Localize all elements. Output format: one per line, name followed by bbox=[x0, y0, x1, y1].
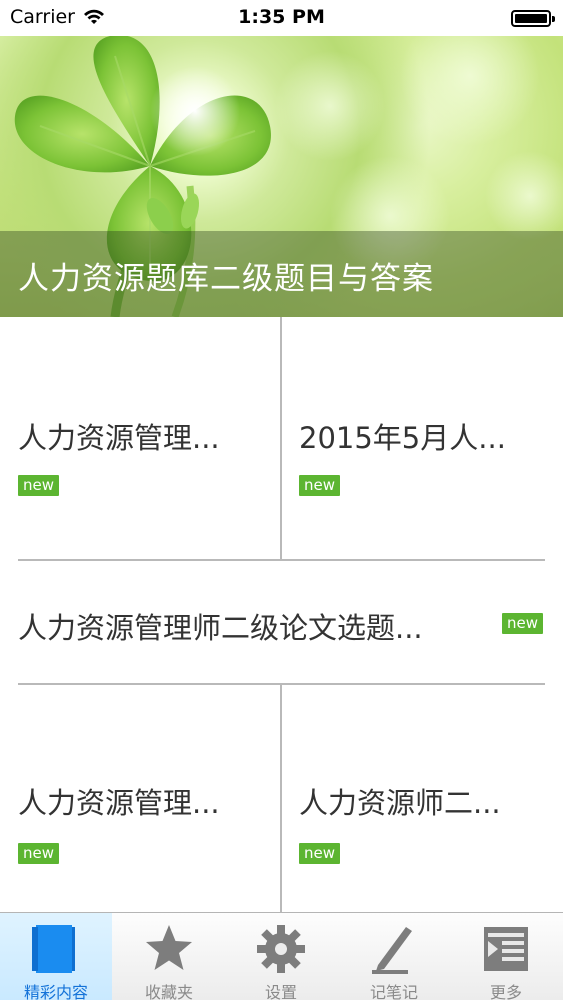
tab-settings[interactable]: 设置 bbox=[225, 913, 337, 1000]
article-title: 人力资源管理... bbox=[18, 421, 220, 455]
new-badge: new bbox=[18, 475, 60, 496]
status-bar: Carrier 1:35 PM bbox=[0, 0, 563, 36]
tab-bar: 精彩内容 收藏夹 设置 记笔记 更多 bbox=[0, 912, 563, 1000]
banner-caption: 人力资源题库二级题目与答案 bbox=[0, 231, 563, 317]
article-card[interactable]: 人力资源管理... new bbox=[0, 685, 280, 913]
more-list-icon bbox=[484, 927, 528, 971]
banner-title: 人力资源题库二级题目与答案 bbox=[18, 261, 434, 297]
new-badge: new bbox=[18, 843, 60, 864]
new-badge: new bbox=[299, 843, 341, 864]
tab-label: 记笔记 bbox=[369, 983, 418, 1000]
tab-notes[interactable]: 记笔记 bbox=[338, 913, 450, 1000]
star-icon bbox=[146, 925, 192, 970]
new-badge: new bbox=[299, 475, 341, 496]
tab-label: 设置 bbox=[264, 983, 297, 1000]
article-title: 人力资源管理师二级论文选题... bbox=[18, 611, 423, 645]
new-badge: new bbox=[502, 613, 544, 634]
book-icon bbox=[32, 925, 75, 973]
article-card[interactable]: 人力资源管理... new bbox=[0, 317, 280, 559]
tab-favorites[interactable]: 收藏夹 bbox=[113, 913, 225, 1000]
article-title: 人力资源师二... bbox=[299, 786, 501, 820]
featured-banner[interactable]: 人力资源题库二级题目与答案 bbox=[0, 36, 563, 317]
tab-label: 精彩内容 bbox=[23, 983, 88, 1000]
article-card[interactable]: 2015年5月人... new bbox=[282, 317, 545, 559]
article-title: 人力资源管理... bbox=[18, 786, 220, 820]
tab-featured[interactable]: 精彩内容 bbox=[0, 913, 112, 1000]
pen-icon bbox=[372, 927, 412, 974]
article-title: 2015年5月人... bbox=[299, 421, 506, 455]
tab-label: 更多 bbox=[489, 983, 522, 1000]
article-card[interactable]: 人力资源师二... new bbox=[282, 685, 545, 913]
tab-label: 收藏夹 bbox=[144, 983, 193, 1000]
battery-level bbox=[515, 14, 547, 23]
tab-more[interactable]: 更多 bbox=[450, 913, 562, 1000]
article-card[interactable]: 人力资源管理师二级论文选题... new bbox=[0, 561, 563, 683]
gear-icon bbox=[257, 925, 305, 973]
battery-icon bbox=[511, 10, 555, 27]
status-time: 1:35 PM bbox=[238, 6, 325, 28]
